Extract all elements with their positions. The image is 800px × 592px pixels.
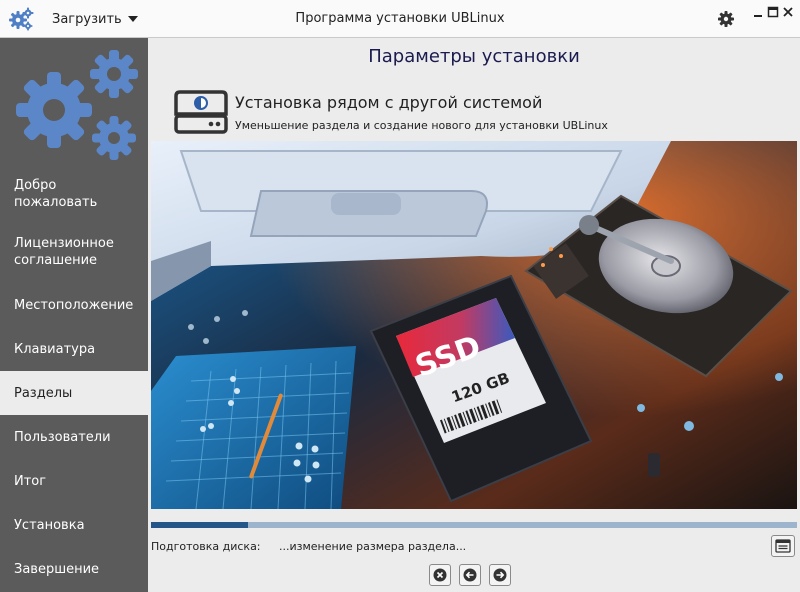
sidebar: Добро пожаловать Лицензионное соглашение…: [0, 38, 148, 592]
cancel-button[interactable]: [429, 564, 451, 586]
window-title: Программа установки UBLinux: [295, 11, 505, 26]
sidebar-item-finish[interactable]: Завершение: [0, 547, 148, 591]
gears-logo-icon: [16, 50, 138, 160]
arrow-left-icon: [463, 568, 477, 582]
sidebar-item-label: Итог: [14, 473, 47, 489]
cancel-icon: [433, 568, 447, 582]
progress-fill: [151, 522, 248, 528]
show-log-button[interactable]: [771, 535, 795, 557]
status-label: Подготовка диска:: [151, 540, 261, 553]
sidebar-item-label: Пользователи: [14, 429, 111, 445]
sidebar-item-summary[interactable]: Итог: [0, 459, 148, 503]
log-icon: [775, 539, 791, 553]
install-title: Установка рядом с другой системой: [235, 93, 543, 112]
sidebar-item-welcome[interactable]: Добро пожаловать: [0, 168, 148, 220]
gear-icon[interactable]: [717, 10, 735, 28]
sidebar-item-label: Установка: [14, 517, 85, 533]
sidebar-item-install[interactable]: Установка: [0, 503, 148, 547]
page-title: Параметры установки: [368, 46, 580, 67]
back-button[interactable]: [459, 564, 481, 586]
sidebar-item-label: Местоположение: [14, 297, 134, 313]
maximize-icon[interactable]: [767, 6, 779, 18]
sidebar-item-users[interactable]: Пользователи: [0, 415, 148, 459]
arrow-right-icon: [493, 568, 507, 582]
sidebar-item-license[interactable]: Лицензионное соглашение: [0, 226, 148, 278]
sidebar-item-partitions[interactable]: Разделы: [0, 371, 148, 415]
sidebar-item-location[interactable]: Местоположение: [0, 283, 148, 327]
install-subtitle: Уменьшение раздела и создание нового для…: [235, 119, 608, 132]
install-progress-bar: [151, 522, 797, 528]
sidebar-item-label: Лицензионное соглашение: [14, 236, 114, 268]
hero-image: SSD 120 GB: [151, 141, 797, 509]
hard-drive-icon: [174, 90, 228, 134]
close-icon[interactable]: [782, 6, 794, 18]
sidebar-item-keyboard[interactable]: Клавиатура: [0, 327, 148, 371]
sidebar-item-label: Разделы: [14, 385, 73, 401]
sidebar-item-label: Завершение: [14, 561, 100, 577]
minimize-icon[interactable]: [752, 6, 764, 18]
sidebar-item-label: Добро пожаловать: [14, 178, 98, 210]
hero-illustration: SSD 120 GB: [151, 141, 797, 509]
title-bar: Загрузить Программа установки UBLinux: [0, 0, 800, 38]
main-panel: Параметры установки Установка рядом с др…: [148, 38, 800, 592]
status-text: ...изменение размера раздела...: [279, 540, 467, 553]
next-button[interactable]: [489, 564, 511, 586]
sidebar-item-label: Клавиатура: [14, 341, 96, 357]
